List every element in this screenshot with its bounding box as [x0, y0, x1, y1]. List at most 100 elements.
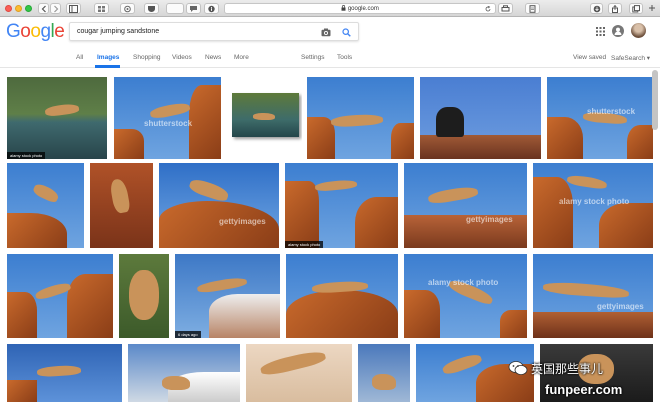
tab-shopping[interactable]: Shopping: [133, 54, 160, 61]
share-icon: [612, 5, 618, 13]
image-result[interactable]: alamy stock photo: [533, 163, 653, 248]
rock-formation: [404, 290, 440, 338]
camera-icon[interactable]: [321, 28, 331, 37]
sidebar-button[interactable]: [66, 3, 81, 14]
rock-formation: [286, 290, 398, 338]
speech-bubble-icon: [190, 6, 197, 12]
snowy-rock: [209, 294, 280, 338]
image-result[interactable]: [358, 344, 410, 402]
wechat-account-name: 英国那些事儿: [531, 361, 604, 376]
image-result[interactable]: [7, 344, 122, 402]
apps-grid-icon[interactable]: [596, 27, 605, 36]
chevron-left-icon: [41, 5, 46, 13]
image-result[interactable]: [286, 254, 398, 338]
readability-button[interactable]: [525, 3, 540, 14]
pocket-icon: [148, 6, 155, 12]
image-result[interactable]: [119, 254, 169, 338]
info-button[interactable]: [204, 3, 219, 14]
pocket-button[interactable]: [144, 3, 159, 14]
lastpass-button[interactable]: 1095: [166, 3, 352, 14]
zoom-window-button[interactable]: [25, 5, 32, 12]
google-logo[interactable]: Google: [6, 21, 65, 43]
lock-icon: [341, 5, 346, 11]
image-result[interactable]: [128, 344, 240, 402]
image-result[interactable]: [90, 163, 153, 248]
logo-letter: o: [20, 21, 31, 42]
account-icon[interactable]: [612, 25, 624, 37]
person-icon: [614, 27, 622, 35]
image-result[interactable]: [227, 77, 302, 159]
tabs-overview-button[interactable]: [629, 3, 643, 14]
search-icon[interactable]: [342, 28, 351, 37]
close-window-button[interactable]: [5, 5, 12, 12]
search-input[interactable]: cougar jumping sandstone: [69, 22, 359, 41]
image-result[interactable]: alamy stock photo: [404, 254, 527, 338]
result-thumbnail: [358, 344, 410, 402]
home-button[interactable]: [94, 3, 109, 14]
image-result[interactable]: [7, 254, 113, 338]
info-icon: [208, 5, 215, 13]
image-caption: alamy stock photo: [285, 241, 324, 248]
image-result[interactable]: alamy stock photo: [7, 77, 107, 159]
url-text: google.com: [347, 6, 379, 12]
rock-formation: [355, 197, 398, 248]
browser-toolbar: 1095 google.com: [0, 0, 660, 17]
safesearch-menu[interactable]: SafeSearch ▾: [611, 54, 650, 62]
comment-button[interactable]: [186, 3, 201, 14]
image-result[interactable]: shutterstock: [114, 77, 221, 159]
downloads-button[interactable]: [590, 3, 603, 14]
image-result[interactable]: [420, 77, 541, 159]
rock-formation: [500, 310, 527, 338]
tab-images[interactable]: Images: [97, 54, 119, 61]
image-result[interactable]: gettyimages: [533, 254, 653, 338]
image-result[interactable]: alamy stock photo: [285, 163, 398, 248]
rock-formation: [189, 85, 221, 159]
result-thumbnail: [7, 77, 107, 159]
tab-more[interactable]: More: [234, 54, 249, 61]
watermark-text: shutterstock: [587, 107, 636, 116]
minimize-window-button[interactable]: [15, 5, 22, 12]
page-scrollbar[interactable]: [652, 70, 658, 130]
image-result[interactable]: 6 days ago: [175, 254, 280, 338]
safesearch-label: SafeSearch: [611, 55, 645, 62]
reader-button[interactable]: [498, 3, 513, 14]
image-result[interactable]: [7, 163, 84, 248]
cougar-figure: [372, 374, 396, 390]
image-result[interactable]: gettyimages: [159, 163, 279, 248]
reload-icon[interactable]: [485, 6, 491, 12]
printer-icon: [501, 5, 510, 12]
new-tab-button[interactable]: [647, 3, 657, 14]
tab-videos[interactable]: Videos: [172, 54, 192, 61]
forward-button[interactable]: [50, 3, 61, 14]
rock-formation: [114, 129, 144, 159]
view-saved-link[interactable]: View saved: [573, 54, 606, 61]
tab-all[interactable]: All: [76, 54, 83, 61]
watermark-text: alamy stock photo: [428, 278, 499, 287]
image-result[interactable]: [307, 77, 414, 159]
share-button[interactable]: [608, 3, 622, 14]
puzzle-icon: [124, 5, 131, 13]
address-bar[interactable]: google.com: [224, 3, 496, 14]
settings-link[interactable]: Settings: [301, 54, 325, 61]
document-icon: [529, 5, 536, 13]
tab-news[interactable]: News: [205, 54, 221, 61]
logo-letter: g: [40, 21, 51, 42]
rock-formation: [627, 125, 653, 159]
rock-formation: [67, 274, 113, 338]
image-result[interactable]: [246, 344, 352, 402]
tools-link[interactable]: Tools: [337, 54, 352, 61]
extensions-button[interactable]: [120, 3, 135, 14]
image-result[interactable]: gettyimages: [404, 163, 527, 248]
logo-letter: o: [30, 21, 41, 42]
rock-formation: [599, 203, 653, 248]
watermark-text: shutterstock: [144, 119, 193, 128]
image-results-grid: alamy stock photo shutterstock shutterst…: [0, 72, 660, 402]
back-button[interactable]: [38, 3, 49, 14]
search-nav: All Images Shopping Videos News More Set…: [0, 48, 660, 68]
rock-formation: [285, 181, 319, 248]
chevron-right-icon: [53, 5, 58, 13]
avatar[interactable]: [631, 23, 646, 38]
image-result[interactable]: shutterstock: [547, 77, 653, 159]
rock-formation: [533, 177, 573, 248]
watermark-text: alamy stock photo: [559, 197, 630, 206]
